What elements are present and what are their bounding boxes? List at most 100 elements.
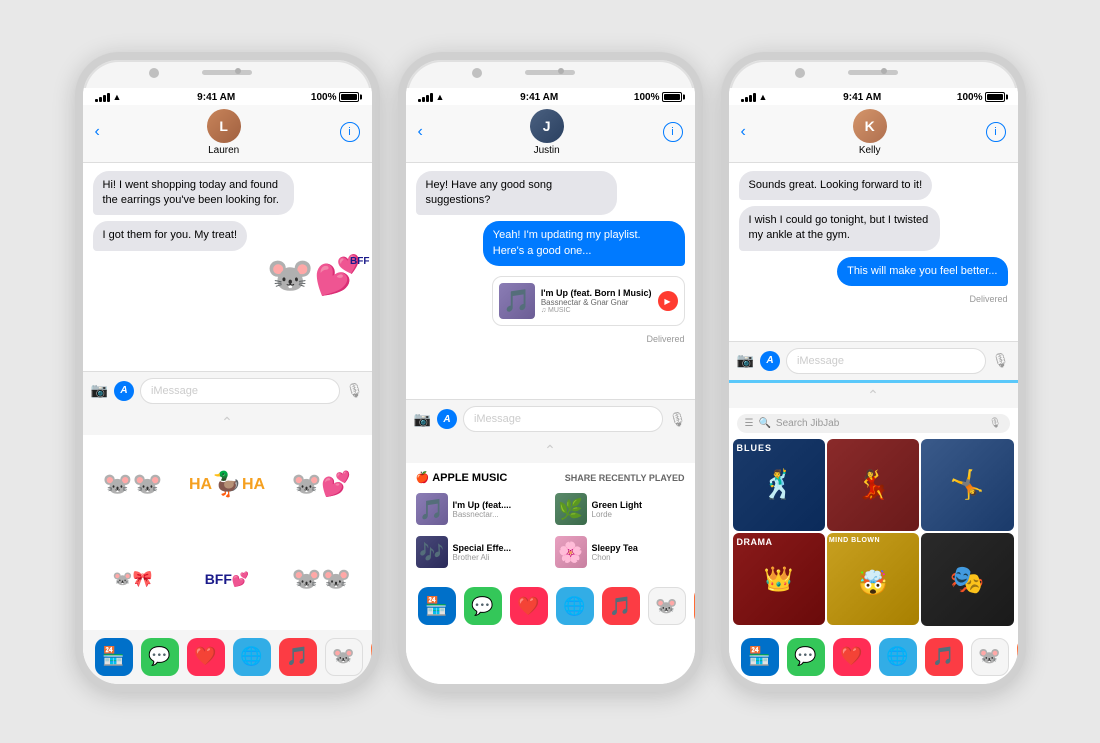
- signal-bars-1: [95, 93, 110, 102]
- back-button-2[interactable]: ‹: [418, 123, 423, 141]
- app-icon-music-2[interactable]: 🎵: [602, 587, 640, 625]
- app-icon-store-3[interactable]: 🏪: [741, 638, 779, 676]
- app-icon-globe-2[interactable]: 🌐: [556, 587, 594, 625]
- jibjab-item-blues[interactable]: BLUES 🕺: [733, 439, 825, 531]
- person-figure: 🎭: [950, 563, 985, 596]
- info-button-2[interactable]: i: [663, 122, 683, 142]
- app-icon-music-3[interactable]: 🎵: [925, 638, 963, 676]
- msg-3-1: Sounds great. Looking forward to it!: [739, 171, 933, 200]
- status-bar-2: ▲ 9:41 AM 100%: [406, 88, 695, 105]
- status-right-3: 100%: [957, 92, 1006, 103]
- mic-search-icon[interactable]: 🎙: [989, 418, 1002, 429]
- back-button-1[interactable]: ‹: [95, 123, 100, 141]
- jibjab-item-dance[interactable]: 💃: [827, 439, 919, 531]
- sticker-6[interactable]: 🐭🐭: [275, 533, 367, 625]
- camera-icon-3[interactable]: 📷: [737, 352, 754, 369]
- app-icon-mickey-1[interactable]: 🐭: [325, 638, 363, 676]
- music-item-4[interactable]: 🌸 Sleepy Tea Chon: [551, 531, 689, 573]
- camera-2: [558, 68, 564, 74]
- status-left-3: ▲: [741, 92, 768, 102]
- music-item-1[interactable]: 🎵 I'm Up (feat.... Bassnectar...: [412, 488, 550, 530]
- chevron-3: ⌃: [729, 383, 1018, 408]
- app-icon-msg-3[interactable]: 💬: [787, 638, 825, 676]
- sticker-4[interactable]: 🐭🎀: [87, 533, 179, 625]
- app-icon-store-1[interactable]: 🏪: [95, 638, 133, 676]
- back-button-3[interactable]: ‹: [741, 123, 746, 141]
- music-card-chat[interactable]: 🎵 I'm Up (feat. Born I Music) Bassnectar…: [492, 276, 685, 326]
- app-icon-heart-1[interactable]: ❤️: [187, 638, 225, 676]
- mind-figure: 🤯: [858, 569, 888, 598]
- app-icon-globe-3[interactable]: 🌐: [879, 638, 917, 676]
- apps-icon-1[interactable]: A: [114, 381, 134, 401]
- messages-area-1[interactable]: Hi! I went shopping today and found the …: [83, 163, 372, 371]
- time-3: 9:41 AM: [843, 92, 881, 103]
- app-icon-heart-3[interactable]: ❤️: [833, 638, 871, 676]
- jibjab-item-guy[interactable]: 🤸: [921, 439, 1013, 531]
- mic-icon-3[interactable]: 🎙: [992, 352, 1010, 369]
- dance-figure: 💃: [856, 468, 891, 501]
- wifi-icon-2: ▲: [436, 92, 445, 102]
- delivered-2: Delivered: [416, 334, 685, 344]
- jibjab-item-mindblown[interactable]: MIND BLOWN 🤯: [827, 533, 919, 625]
- signal-bars-2: [418, 93, 433, 102]
- delivered-3: Delivered: [739, 294, 1008, 304]
- battery-icon-2: [662, 92, 682, 102]
- jibjab-item-drama[interactable]: DRAMA 👑: [733, 533, 825, 625]
- jibjab-search-bar[interactable]: ☰ 🔍 Search JibJab 🎙: [737, 414, 1010, 433]
- app-icon-msg-2[interactable]: 💬: [464, 587, 502, 625]
- app-icon-store-2[interactable]: 🏪: [418, 587, 456, 625]
- message-input-3[interactable]: iMessage: [786, 348, 986, 374]
- message-header-1: ‹ L Lauren i: [83, 105, 372, 163]
- messages-area-2[interactable]: Hey! Have any good song suggestions? Yea…: [406, 163, 695, 400]
- screen-3: ▲ 9:41 AM 100% ‹ K Kelly i Sounds great.…: [729, 88, 1018, 684]
- camera-icon-2[interactable]: 📷: [414, 411, 431, 428]
- wifi-icon-3: ▲: [759, 92, 768, 102]
- sticker-bff: 🐭💕 BFF: [267, 257, 362, 295]
- bar2: [99, 97, 102, 102]
- music-item-2[interactable]: 🌿 Green Light Lorde: [551, 488, 689, 530]
- blues-label: BLUES: [737, 443, 773, 453]
- message-input-1[interactable]: iMessage: [140, 378, 340, 404]
- jibjab-item-person[interactable]: 🎭: [921, 533, 1013, 625]
- mic-icon-1[interactable]: 🎙: [346, 382, 364, 399]
- app-icon-jib-3[interactable]: 🃏: [1017, 638, 1018, 676]
- header-center-1: L Lauren: [108, 109, 340, 156]
- avatar-lauren[interactable]: L: [207, 109, 241, 143]
- chevron-2: ⌃: [406, 438, 695, 463]
- music-item-3[interactable]: 🎶 Special Effe... Brother Ali: [412, 531, 550, 573]
- avatar-justin[interactable]: J: [530, 109, 564, 143]
- msg-2-2: Yeah! I'm updating my playlist. Here's a…: [483, 221, 685, 266]
- msg-1-2: I got them for you. My treat!: [93, 221, 248, 250]
- app-icon-msg-1[interactable]: 💬: [141, 638, 179, 676]
- app-icon-mickey-2[interactable]: 🐭: [648, 587, 686, 625]
- app-icon-mickey-3[interactable]: 🐭: [971, 638, 1009, 676]
- music-thumb-1: 🎵: [416, 493, 448, 525]
- message-input-2[interactable]: iMessage: [463, 406, 663, 432]
- hamburger-icon[interactable]: ☰: [745, 418, 754, 429]
- mic-icon-2[interactable]: 🎙: [669, 411, 687, 428]
- sticker-2[interactable]: HA 🦆 HA: [181, 439, 273, 531]
- play-button[interactable]: ▶: [658, 291, 678, 311]
- apps-icon-2[interactable]: A: [437, 409, 457, 429]
- app-icon-globe-1[interactable]: 🌐: [233, 638, 271, 676]
- app-icon-music-1[interactable]: 🎵: [279, 638, 317, 676]
- status-left-1: ▲: [95, 92, 122, 102]
- share-recently-played[interactable]: SHARE RECENTLY PLAYED: [565, 473, 685, 483]
- mind-label: MIND BLOWN: [829, 537, 880, 544]
- sticker-5[interactable]: BFF💕: [181, 533, 273, 625]
- messages-area-3[interactable]: Sounds great. Looking forward to it! I w…: [729, 163, 1018, 341]
- drama-figure: 👑: [764, 565, 794, 594]
- app-icon-heart-2[interactable]: ❤️: [510, 587, 548, 625]
- sticker-1[interactable]: 🐭🐭: [87, 439, 179, 531]
- avatar-kelly[interactable]: K: [853, 109, 887, 143]
- info-button-1[interactable]: i: [340, 122, 360, 142]
- app-icon-jib-1[interactable]: 🃏: [371, 638, 372, 676]
- apps-icon-3[interactable]: A: [760, 351, 780, 371]
- music-thumb-3: 🎶: [416, 536, 448, 568]
- app-icon-jib-2[interactable]: 🃏: [694, 587, 695, 625]
- music-card-service: ♫ MUSIC: [541, 307, 652, 314]
- camera-icon-1[interactable]: 📷: [91, 382, 108, 399]
- music-thumb-2: 🌿: [555, 493, 587, 525]
- info-button-3[interactable]: i: [986, 122, 1006, 142]
- sticker-3[interactable]: 🐭💕: [275, 439, 367, 531]
